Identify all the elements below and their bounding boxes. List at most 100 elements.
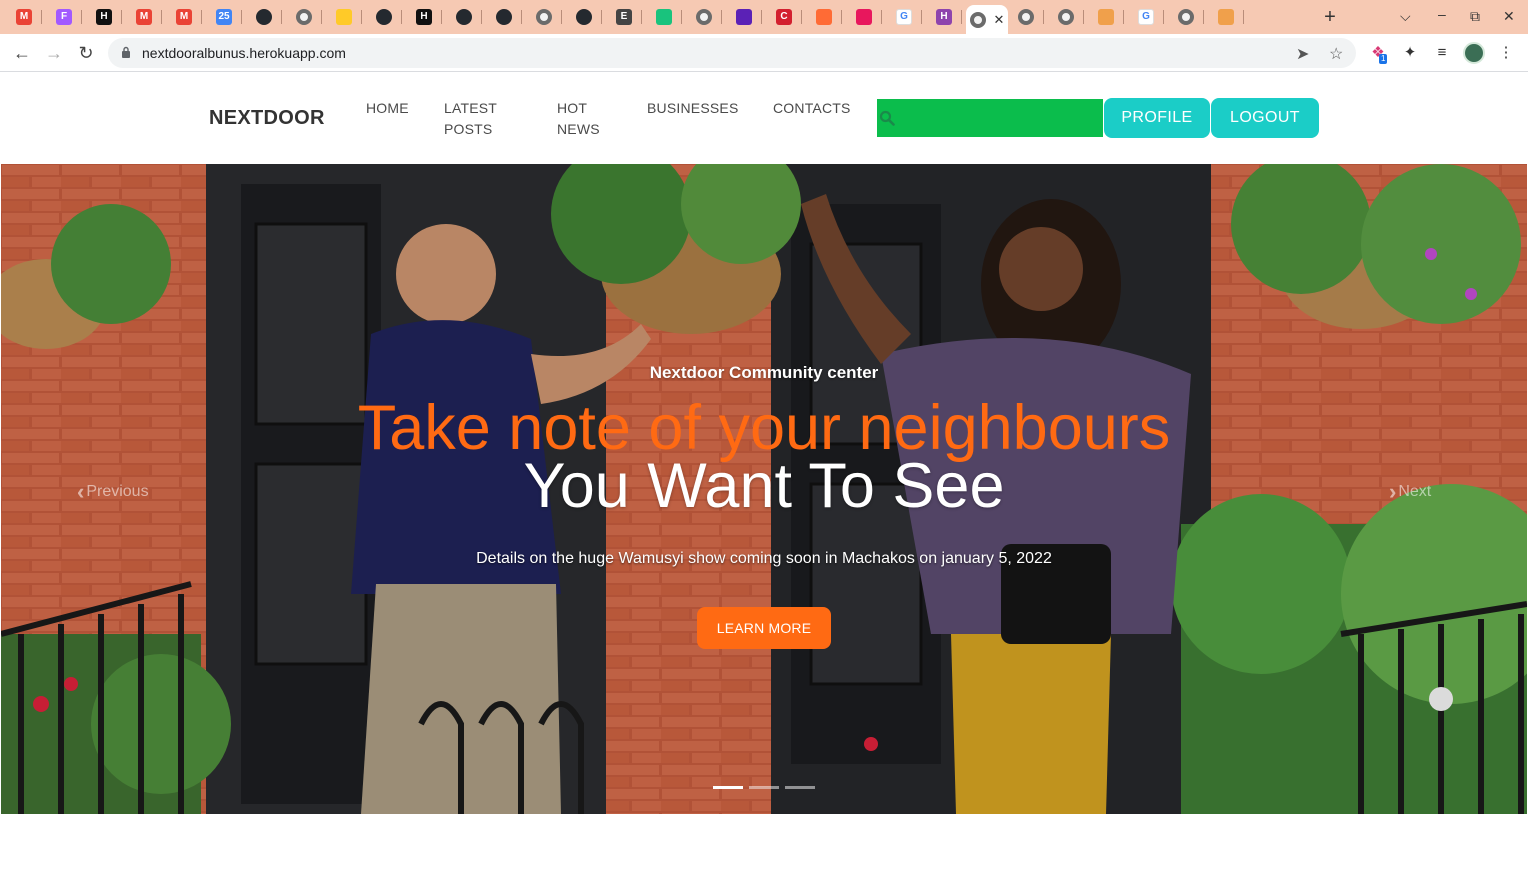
- browser-tab[interactable]: M: [166, 5, 202, 29]
- carousel-prev-label: Previous: [86, 483, 149, 500]
- browser-tab[interactable]: [726, 5, 762, 29]
- browser-tab[interactable]: [806, 5, 842, 29]
- browser-tab[interactable]: [646, 5, 682, 29]
- gmail-icon: M: [16, 9, 32, 25]
- address-bar[interactable]: nextdooralbunus.herokuapp.com ➤ ☆: [108, 38, 1356, 68]
- browser-tab[interactable]: G: [1128, 5, 1164, 29]
- github-icon: [496, 9, 512, 25]
- tab-search-chevron-icon[interactable]: ⌵: [1400, 8, 1411, 25]
- carousel-next-label: Next: [1398, 483, 1432, 500]
- browser-tab[interactable]: H: [406, 5, 442, 29]
- media-queue-icon[interactable]: ≡: [1432, 43, 1452, 63]
- new-tab-button[interactable]: +: [1320, 6, 1340, 29]
- hero-carousel: Nextdoor Community center Take note of y…: [1, 164, 1527, 814]
- app-icon: H: [936, 9, 952, 25]
- browser-tab[interactable]: G: [886, 5, 922, 29]
- browser-tab[interactable]: 25: [206, 5, 242, 29]
- github-icon: [456, 9, 472, 25]
- tab-separator: [721, 10, 722, 24]
- globe-icon: [296, 9, 312, 25]
- bookmark-star-icon[interactable]: ☆: [1329, 44, 1343, 64]
- tab-separator: [961, 10, 962, 24]
- globe-icon: [1058, 9, 1074, 25]
- calendar-icon: 25: [216, 9, 232, 25]
- google-icon: G: [1138, 9, 1154, 25]
- browser-tab[interactable]: [286, 5, 322, 29]
- minimize-button[interactable]: –: [1438, 6, 1446, 22]
- hero-headline-secondary: You Want To See: [523, 451, 1005, 521]
- search-input[interactable]: [899, 99, 1099, 137]
- tab-separator: [1203, 10, 1204, 24]
- browser-tab[interactable]: [686, 5, 722, 29]
- app-icon: C: [776, 9, 792, 25]
- learn-more-button[interactable]: LEARN MORE: [697, 607, 831, 649]
- tab-separator: [841, 10, 842, 24]
- browser-tab[interactable]: M: [126, 5, 162, 29]
- browser-tab[interactable]: F: [46, 5, 82, 29]
- send-tab-icon[interactable]: ➤: [1296, 44, 1309, 64]
- browser-tab[interactable]: C: [766, 5, 802, 29]
- browser-tab[interactable]: [1168, 5, 1204, 29]
- globe-icon: [1178, 9, 1194, 25]
- tab-separator: [281, 10, 282, 24]
- brand-logo[interactable]: NEXTDOOR: [209, 107, 325, 130]
- nav-latest-posts[interactable]: LATEST POSTS: [444, 98, 524, 140]
- tab-separator: [1163, 10, 1164, 24]
- browser-menu-icon[interactable]: ⋮: [1496, 43, 1516, 63]
- browser-tab[interactable]: [246, 5, 282, 29]
- browser-tab[interactable]: [446, 5, 482, 29]
- browser-tab[interactable]: H: [926, 5, 962, 29]
- nav-hot-news[interactable]: HOT NEWS: [557, 98, 617, 140]
- browser-toolbar: ← → ↻ nextdooralbunus.herokuapp.com ➤ ☆ …: [0, 34, 1528, 72]
- profile-avatar[interactable]: [1463, 42, 1485, 64]
- carousel-indicator[interactable]: [749, 786, 779, 789]
- carousel-next-button[interactable]: › Next: [1389, 479, 1431, 505]
- browser-tab[interactable]: [566, 5, 602, 29]
- search-icon: [879, 110, 895, 126]
- browser-tab[interactable]: [1088, 5, 1124, 29]
- browser-tab[interactable]: [1008, 5, 1044, 29]
- nav-home[interactable]: HOME: [366, 98, 409, 119]
- tab-separator: [881, 10, 882, 24]
- forward-button[interactable]: →: [43, 42, 65, 64]
- carousel-indicator[interactable]: [713, 786, 743, 789]
- tab-separator: [361, 10, 362, 24]
- restore-button[interactable]: ⧉: [1470, 8, 1480, 25]
- extension-badge: 1: [1379, 54, 1388, 64]
- profile-button[interactable]: PROFILE: [1104, 98, 1210, 138]
- audio-tab-icon: E: [616, 9, 632, 25]
- reload-button[interactable]: ↻: [75, 42, 97, 64]
- globe-icon: [536, 9, 552, 25]
- tab-separator: [681, 10, 682, 24]
- logout-button[interactable]: LOGOUT: [1211, 98, 1319, 138]
- browser-tab[interactable]: [486, 5, 522, 29]
- search-field[interactable]: [877, 99, 1103, 137]
- tab-separator: [401, 10, 402, 24]
- close-window-button[interactable]: ✕: [1503, 8, 1515, 25]
- nav-contacts[interactable]: CONTACTS: [773, 98, 851, 119]
- github-icon: [256, 9, 272, 25]
- extension-icon[interactable]: ❖ 1: [1368, 43, 1388, 64]
- tab-separator: [241, 10, 242, 24]
- browser-tab[interactable]: [326, 5, 362, 29]
- nav-businesses[interactable]: BUSINESSES: [647, 98, 738, 119]
- hashnode-icon: H: [416, 9, 432, 25]
- browser-tab[interactable]: M: [6, 5, 42, 29]
- browser-tab[interactable]: [1208, 5, 1244, 29]
- browser-tab[interactable]: H: [86, 5, 122, 29]
- tab-separator: [601, 10, 602, 24]
- site-navbar: NEXTDOOR HOME LATEST POSTS HOT NEWS BUSI…: [0, 72, 1528, 164]
- browser-tab[interactable]: [366, 5, 402, 29]
- extensions-puzzle-icon[interactable]: ✦: [1400, 43, 1420, 63]
- back-button[interactable]: ←: [11, 42, 33, 64]
- browser-tab[interactable]: [846, 5, 882, 29]
- browser-tab[interactable]: E: [606, 5, 642, 29]
- tab-separator: [641, 10, 642, 24]
- close-tab-icon[interactable]: ✕: [994, 12, 1005, 28]
- browser-tab[interactable]: [526, 5, 562, 29]
- browser-tab[interactable]: ✕: [966, 5, 1008, 34]
- carousel-prev-button[interactable]: ‹ Previous: [77, 479, 149, 505]
- firebase-icon: [336, 9, 352, 25]
- browser-tab[interactable]: [1048, 5, 1084, 29]
- carousel-indicator[interactable]: [785, 786, 815, 789]
